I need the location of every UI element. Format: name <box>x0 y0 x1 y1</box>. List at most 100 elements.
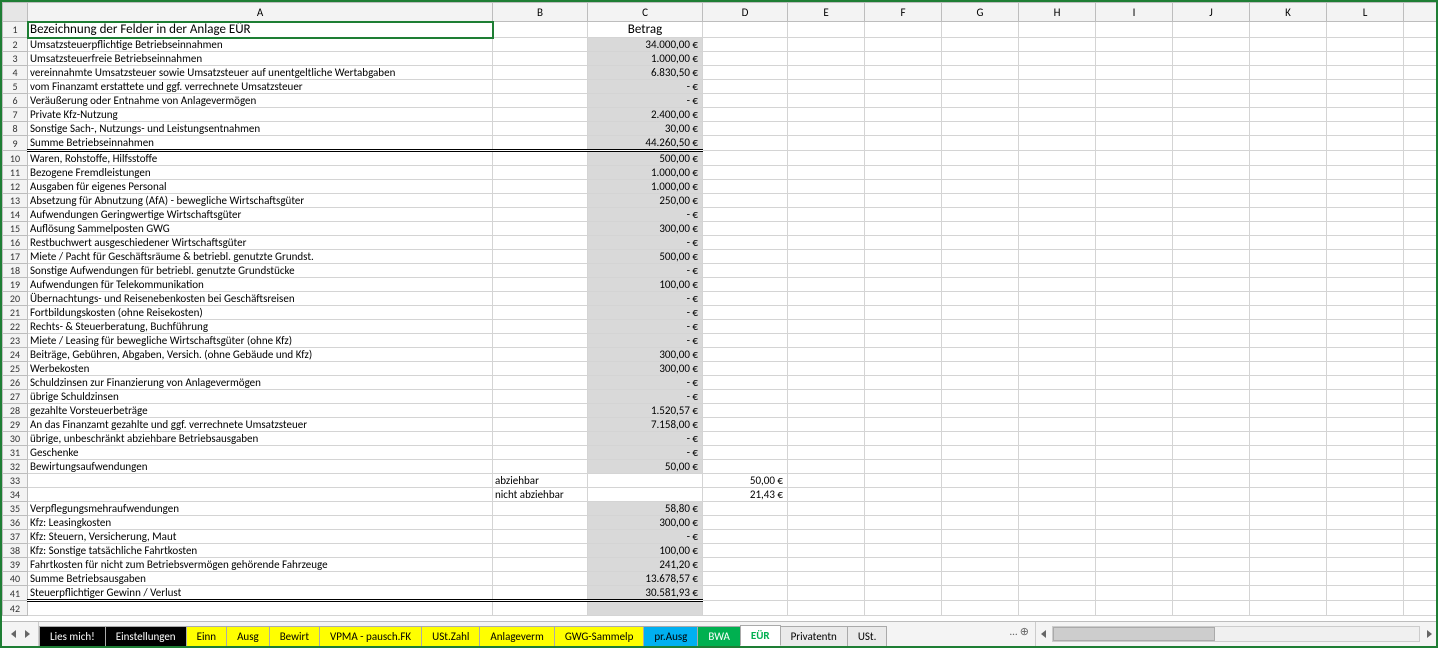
cell-A2[interactable]: Umsatzsteuerpflichtige Betriebseinnahmen <box>28 38 493 52</box>
cell-K28[interactable] <box>1250 404 1327 418</box>
scroll-left-icon[interactable] <box>1036 627 1050 641</box>
cell-L5[interactable] <box>1327 80 1404 94</box>
cell-K17[interactable] <box>1250 250 1327 264</box>
cell-E7[interactable] <box>788 108 865 122</box>
column-header-D[interactable]: D <box>703 3 788 22</box>
cell-G32[interactable] <box>942 460 1019 474</box>
cell-G23[interactable] <box>942 334 1019 348</box>
cell-K21[interactable] <box>1250 306 1327 320</box>
cell-M23[interactable] <box>1404 334 1437 348</box>
row-header-1[interactable]: 1 <box>3 22 28 38</box>
cell-A13[interactable]: Absetzung für Abnutzung (AfA) - beweglic… <box>28 194 493 208</box>
cell-A42[interactable] <box>28 601 493 616</box>
cell-A24[interactable]: Beiträge, Gebühren, Abgaben, Versich. (o… <box>28 348 493 362</box>
column-header-L[interactable]: L <box>1327 3 1404 22</box>
cell-F1[interactable] <box>865 22 942 38</box>
row-header-32[interactable]: 32 <box>3 460 28 474</box>
row-header-6[interactable]: 6 <box>3 94 28 108</box>
cell-M5[interactable] <box>1404 80 1437 94</box>
cell-J24[interactable] <box>1173 348 1250 362</box>
cell-E42[interactable] <box>788 601 865 616</box>
cell-E34[interactable] <box>788 488 865 502</box>
cell-E10[interactable] <box>788 151 865 166</box>
cell-K38[interactable] <box>1250 544 1327 558</box>
cell-B21[interactable] <box>493 306 588 320</box>
cell-E15[interactable] <box>788 222 865 236</box>
cell-C20[interactable]: - € <box>588 292 703 306</box>
cell-H28[interactable] <box>1019 404 1096 418</box>
cell-E27[interactable] <box>788 390 865 404</box>
cell-J37[interactable] <box>1173 530 1250 544</box>
cell-F8[interactable] <box>865 122 942 136</box>
cell-H10[interactable] <box>1019 151 1096 166</box>
cell-E26[interactable] <box>788 376 865 390</box>
cell-I34[interactable] <box>1096 488 1173 502</box>
cell-B23[interactable] <box>493 334 588 348</box>
cell-E8[interactable] <box>788 122 865 136</box>
cell-C37[interactable]: - € <box>588 530 703 544</box>
cell-I19[interactable] <box>1096 278 1173 292</box>
cell-M28[interactable] <box>1404 404 1437 418</box>
cell-E3[interactable] <box>788 52 865 66</box>
cell-M12[interactable] <box>1404 180 1437 194</box>
cell-K3[interactable] <box>1250 52 1327 66</box>
cell-G24[interactable] <box>942 348 1019 362</box>
cell-H8[interactable] <box>1019 122 1096 136</box>
cell-J41[interactable] <box>1173 586 1250 601</box>
cell-J25[interactable] <box>1173 362 1250 376</box>
cell-I41[interactable] <box>1096 586 1173 601</box>
cell-B28[interactable] <box>493 404 588 418</box>
cell-F31[interactable] <box>865 446 942 460</box>
cell-H42[interactable] <box>1019 601 1096 616</box>
sheet-tab-gwg-sammelp[interactable]: GWG-Sammelp <box>554 626 645 646</box>
cell-K41[interactable] <box>1250 586 1327 601</box>
cell-E21[interactable] <box>788 306 865 320</box>
cell-K10[interactable] <box>1250 151 1327 166</box>
cell-B16[interactable] <box>493 236 588 250</box>
cell-G40[interactable] <box>942 572 1019 586</box>
cell-F5[interactable] <box>865 80 942 94</box>
cell-E30[interactable] <box>788 432 865 446</box>
cell-I27[interactable] <box>1096 390 1173 404</box>
cell-L36[interactable] <box>1327 516 1404 530</box>
cell-J6[interactable] <box>1173 94 1250 108</box>
cell-D5[interactable] <box>703 80 788 94</box>
cell-H1[interactable] <box>1019 22 1096 38</box>
cell-K11[interactable] <box>1250 166 1327 180</box>
cell-D23[interactable] <box>703 334 788 348</box>
cell-H25[interactable] <box>1019 362 1096 376</box>
cell-A34[interactable] <box>28 488 493 502</box>
cell-J4[interactable] <box>1173 66 1250 80</box>
cell-D37[interactable] <box>703 530 788 544</box>
row-header-2[interactable]: 2 <box>3 38 28 52</box>
cell-G28[interactable] <box>942 404 1019 418</box>
cell-L3[interactable] <box>1327 52 1404 66</box>
cell-A31[interactable]: Geschenke <box>28 446 493 460</box>
row-header-19[interactable]: 19 <box>3 278 28 292</box>
cell-J40[interactable] <box>1173 572 1250 586</box>
cell-F17[interactable] <box>865 250 942 264</box>
cell-L29[interactable] <box>1327 418 1404 432</box>
cell-F40[interactable] <box>865 572 942 586</box>
cell-C5[interactable]: - € <box>588 80 703 94</box>
cell-C35[interactable]: 58,80 € <box>588 502 703 516</box>
cell-F36[interactable] <box>865 516 942 530</box>
cell-A12[interactable]: Ausgaben für eigenes Personal <box>28 180 493 194</box>
cell-F20[interactable] <box>865 292 942 306</box>
cell-A11[interactable]: Bezogene Fremdleistungen <box>28 166 493 180</box>
cell-B27[interactable] <box>493 390 588 404</box>
cell-B12[interactable] <box>493 180 588 194</box>
cell-C24[interactable]: 300,00 € <box>588 348 703 362</box>
cell-M10[interactable] <box>1404 151 1437 166</box>
cell-E2[interactable] <box>788 38 865 52</box>
cell-I17[interactable] <box>1096 250 1173 264</box>
cell-G11[interactable] <box>942 166 1019 180</box>
cell-L34[interactable] <box>1327 488 1404 502</box>
cell-D6[interactable] <box>703 94 788 108</box>
cell-M14[interactable] <box>1404 208 1437 222</box>
cell-B36[interactable] <box>493 516 588 530</box>
cell-F41[interactable] <box>865 586 942 601</box>
row-header-41[interactable]: 41 <box>3 586 28 601</box>
cell-H3[interactable] <box>1019 52 1096 66</box>
column-header-B[interactable]: B <box>493 3 588 22</box>
